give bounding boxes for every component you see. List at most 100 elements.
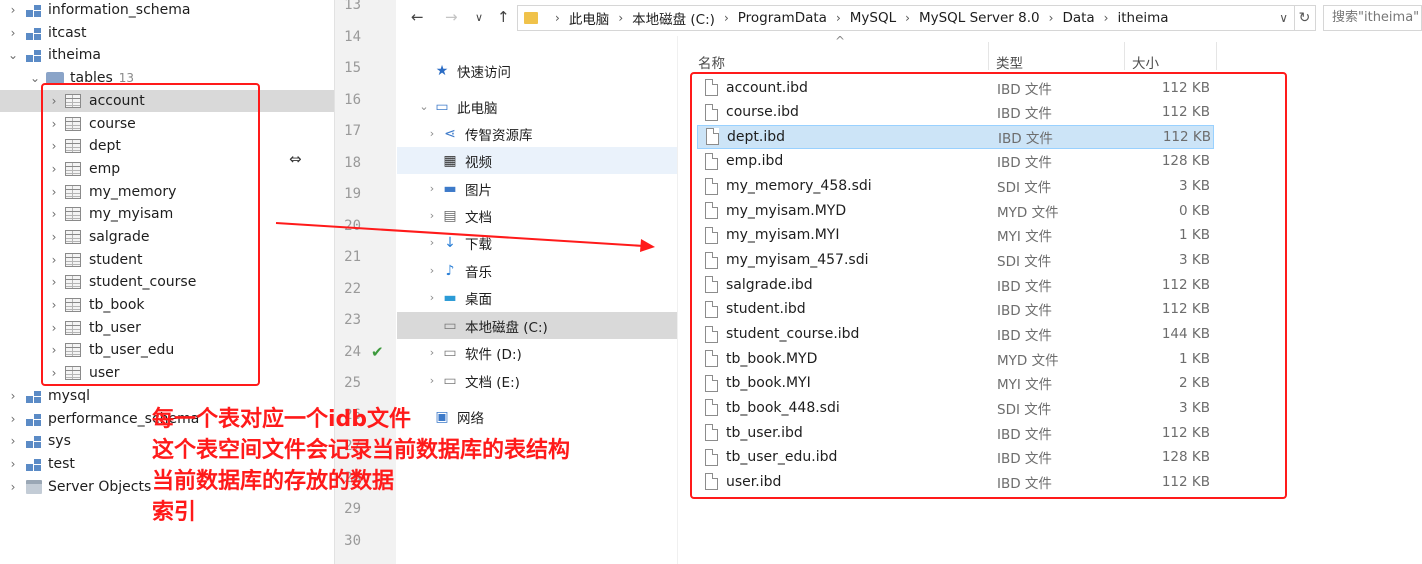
drive-icon: ▭	[443, 317, 457, 334]
breadcrumb-item[interactable]: itheima	[1117, 10, 1168, 26]
annotation-text: 每一个表对应一个idb文件 这个表空间文件会记录当前数据库的表结构 当前数据库的存放…	[152, 404, 570, 528]
chevron-icon[interactable]: ›	[425, 236, 439, 249]
breadcrumb-separator[interactable]: ›	[1104, 11, 1109, 25]
database-icon	[26, 389, 42, 403]
column-header-size[interactable]: 大小	[1132, 52, 1159, 72]
computer-icon: ▭	[435, 98, 449, 115]
recent-dropdown-icon[interactable]: ∨	[475, 11, 483, 24]
sort-ascending-icon: ^	[835, 34, 846, 48]
breadcrumb-item[interactable]: Data	[1062, 10, 1094, 26]
document-icon: ▤	[443, 207, 457, 224]
video-icon: ▦	[443, 152, 457, 169]
breadcrumb-separator[interactable]: ›	[618, 11, 623, 25]
breadcrumb-separator[interactable]: ›	[555, 11, 560, 25]
nav-item[interactable]: ★ 快速访问	[397, 57, 677, 84]
column-divider[interactable]	[1124, 42, 1125, 70]
tree-item-label: information_schema	[48, 2, 191, 18]
forward-arrow-icon[interactable]: →	[445, 8, 458, 26]
nav-item[interactable]: › ♪ 音乐	[397, 257, 677, 284]
chevron-icon[interactable]: ⌄	[417, 100, 431, 113]
nav-item[interactable]: ▭ 本地磁盘 (C:)	[397, 312, 677, 339]
breadcrumb-item[interactable]: MySQL Server 8.0	[919, 10, 1040, 26]
nav-item-label: 文档	[465, 209, 492, 226]
line-number: 24	[344, 343, 361, 360]
chevron-icon[interactable]: ›	[6, 457, 20, 471]
tree-db-itcast[interactable]: › itcast	[0, 22, 334, 44]
line-number: 30	[344, 532, 361, 549]
breadcrumb-item[interactable]: 此电脑	[569, 8, 610, 28]
nav-item[interactable]: › ▭ 文档 (E:)	[397, 367, 677, 394]
chevron-icon[interactable]: ›	[6, 434, 20, 448]
nav-item[interactable]: › ↓ 下载	[397, 229, 677, 256]
picture-icon: ▬	[443, 180, 457, 197]
star-icon: ★	[435, 62, 449, 79]
line-number: 13	[344, 0, 361, 13]
nav-item[interactable]: › ▬ 桌面	[397, 284, 677, 311]
column-header-name[interactable]: 名称	[698, 52, 725, 72]
chevron-icon[interactable]: ›	[6, 412, 20, 426]
line-number: 15	[344, 60, 361, 76]
checkmark-icon: ✔	[371, 342, 384, 361]
nav-item[interactable]: ⌄ ▭ 此电脑	[397, 93, 677, 120]
files-highlight-box	[690, 72, 1287, 499]
breadcrumb-item[interactable]: MySQL	[850, 10, 896, 26]
breadcrumb[interactable]: › 此电脑 › 本地磁盘 (C:) › ProgramData › MySQL › MySQL S…	[517, 5, 1295, 31]
search-input[interactable]: 搜索"itheima"	[1323, 5, 1422, 31]
breadcrumb-separator[interactable]: ›	[1049, 11, 1054, 25]
back-arrow-icon[interactable]: ←	[411, 8, 424, 26]
database-icon	[26, 3, 42, 17]
download-icon: ↓	[444, 234, 456, 251]
chevron-icon[interactable]: ›	[6, 389, 20, 403]
nav-item-label: 下载	[465, 236, 492, 253]
breadcrumb-separator[interactable]: ›	[836, 11, 841, 25]
nav-item-label: 传智资源库	[465, 127, 533, 144]
chevron-icon[interactable]: ›	[425, 182, 439, 195]
database-icon	[26, 26, 42, 40]
drive-icon: ▭	[443, 372, 457, 389]
chevron-icon[interactable]: ›	[425, 346, 439, 359]
tree-db-itheima[interactable]: ⌄ itheima	[0, 44, 334, 66]
nav-item[interactable]: › ▬ 图片	[397, 175, 677, 202]
chevron-icon[interactable]: ⌄	[6, 48, 20, 62]
nav-item-label: 软件 (D:)	[465, 346, 522, 363]
chevron-icon[interactable]: ›	[6, 3, 20, 17]
refresh-icon[interactable]: ↻	[1294, 5, 1316, 31]
nav-item-label: 本地磁盘 (C:)	[465, 319, 548, 336]
nav-item[interactable]: › ▭ 软件 (D:)	[397, 339, 677, 366]
nav-item-label: 此电脑	[457, 100, 498, 117]
breadcrumb-separator[interactable]: ›	[905, 11, 910, 25]
up-arrow-icon[interactable]: ↑	[497, 8, 510, 26]
nav-item[interactable]: ▦ 视频	[397, 147, 677, 174]
tables-highlight-box	[41, 83, 260, 386]
chevron-icon[interactable]: ›	[425, 264, 439, 277]
tree-item-label: test	[48, 456, 75, 472]
nav-item-label: 图片	[465, 182, 492, 199]
line-number: 16	[344, 91, 361, 108]
chevron-icon[interactable]: ›	[425, 291, 439, 304]
chevron-icon[interactable]: ›	[425, 374, 439, 387]
breadcrumb-separator[interactable]: ›	[724, 11, 729, 25]
chevron-icon[interactable]: ›	[6, 480, 20, 494]
column-divider[interactable]	[988, 42, 989, 70]
line-number: 25	[344, 375, 361, 391]
breadcrumb-item[interactable]: ProgramData	[738, 10, 827, 26]
breadcrumb-item[interactable]: 本地磁盘 (C:)	[632, 8, 715, 28]
nav-item[interactable]: › ▤ 文档	[397, 202, 677, 229]
server-icon	[26, 480, 42, 494]
address-dropdown-icon[interactable]: ∨	[1279, 11, 1288, 25]
line-number: 17	[344, 123, 361, 139]
chevron-icon[interactable]: ›	[6, 26, 20, 40]
resize-cursor-icon: ⇔	[289, 150, 302, 168]
tree-db-information_schema[interactable]: › information_schema	[0, 0, 334, 21]
nav-item-label: 音乐	[465, 264, 492, 281]
database-icon	[26, 434, 42, 448]
tree-item-label: itheima	[48, 47, 101, 63]
column-divider[interactable]	[1216, 42, 1217, 70]
column-header-type[interactable]: 类型	[996, 52, 1023, 72]
database-icon	[26, 412, 42, 426]
nav-item-label: 文档 (E:)	[465, 374, 520, 391]
chevron-icon[interactable]: ›	[425, 127, 439, 140]
nav-item[interactable]: › ⋖ 传智资源库	[397, 120, 677, 147]
chevron-icon[interactable]: ›	[425, 209, 439, 222]
chevron-icon[interactable]: ⌄	[28, 71, 42, 85]
